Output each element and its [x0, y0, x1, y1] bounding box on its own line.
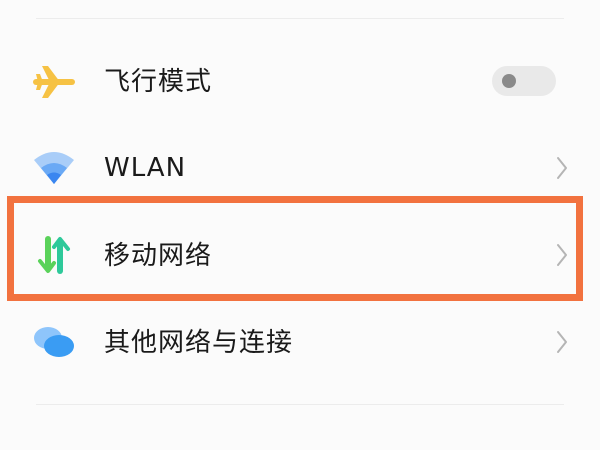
- airplane-icon: [30, 58, 78, 106]
- airplane-mode-label: 飞行模式: [104, 67, 213, 97]
- settings-row-airplane-mode[interactable]: 飞行模式: [0, 38, 600, 124]
- wifi-icon: [30, 144, 78, 192]
- toggle-knob: [502, 74, 516, 88]
- wlan-label: WLAN: [104, 153, 187, 183]
- top-divider: [36, 18, 564, 19]
- chevron-right-icon: [557, 331, 567, 353]
- other-networks-label: 其他网络与连接: [104, 328, 294, 358]
- highlight-box: [7, 196, 583, 301]
- bottom-divider: [36, 404, 564, 405]
- bubbles-icon: [30, 318, 78, 366]
- settings-row-other-networks[interactable]: 其他网络与连接: [0, 299, 600, 385]
- chevron-right-icon: [557, 157, 567, 179]
- airplane-mode-toggle[interactable]: [492, 66, 556, 96]
